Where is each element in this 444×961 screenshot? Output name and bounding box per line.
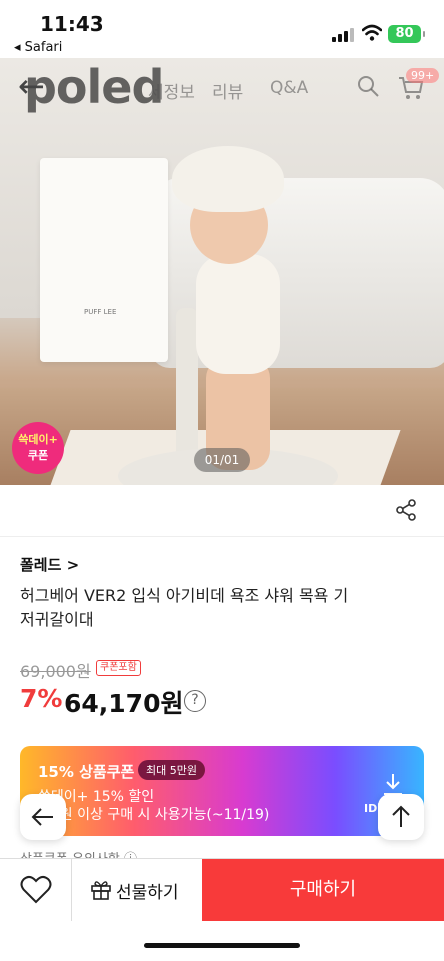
coupon-title: 15% 상품쿠폰	[38, 763, 135, 781]
back-to-app-link[interactable]: ◂ Safari	[14, 40, 62, 55]
arrow-up-icon	[392, 805, 410, 827]
ssg-day-coupon-sticker[interactable]: 쓱데이+ 쿠폰	[12, 422, 64, 474]
download-icon[interactable]	[382, 772, 404, 796]
back-arrow-icon[interactable]: ←	[18, 70, 45, 102]
gift-icon	[91, 881, 111, 900]
nav-item-qna[interactable]: Q&A	[270, 78, 308, 98]
header-bar: poled ← 세정보 리뷰 Q&A 99+	[0, 58, 444, 118]
coupon-included-tag: 쿠폰포함	[96, 660, 141, 676]
baby-body	[196, 254, 280, 374]
sticker-line1: 쓱데이+	[18, 433, 58, 446]
coupon-banner[interactable]: 15% 상품쿠폰 최대 5만원 쓱데이+ 15% 할인 3만원 이상 구매 시 …	[20, 746, 424, 836]
wishlist-button[interactable]	[0, 859, 72, 921]
wifi-icon	[362, 24, 382, 41]
status-time: 11:43	[40, 12, 104, 36]
sale-price: 64,170원	[64, 689, 184, 718]
share-icon[interactable]	[394, 498, 418, 522]
gift-label: 선물하기	[116, 883, 179, 903]
towel-shape: PUFF LEE	[40, 158, 168, 362]
brand-logo[interactable]: poled	[24, 60, 164, 114]
signal-icon	[332, 28, 354, 42]
battery-icon: 80	[388, 25, 425, 43]
cart-count-badge: 99+	[406, 68, 440, 83]
search-icon[interactable]	[356, 74, 380, 98]
bottom-action-bar: 선물하기 구매하기	[0, 858, 444, 921]
original-price: 69,000원	[20, 662, 91, 681]
image-counter: 01/01	[194, 448, 250, 472]
discount-rate: 7%	[20, 684, 63, 713]
bidet-stand	[176, 308, 198, 458]
status-bar: 11:43 ◂ Safari 80	[0, 0, 444, 60]
price-info-icon[interactable]: ?	[184, 690, 206, 712]
back-fab-button[interactable]	[20, 794, 66, 840]
back-app-label: Safari	[24, 40, 63, 55]
coupon-max-badge: 최대 5만원	[138, 760, 205, 780]
bear-shower-cap	[172, 146, 284, 212]
product-image[interactable]: PUFF LEE poled ← 세정보 리뷰 Q&A 99+	[0, 58, 444, 485]
towel-text: PUFF LEE	[84, 308, 117, 316]
gift-button[interactable]: 선물하기	[72, 859, 202, 921]
buy-button[interactable]: 구매하기	[202, 859, 444, 921]
home-indicator	[144, 943, 300, 948]
heart-icon	[20, 875, 52, 904]
coupon-line2: 3만원 이상 구매 시 사용가능(~11/19)	[38, 807, 270, 823]
sticker-line2: 쿠폰	[27, 449, 49, 462]
divider	[0, 536, 444, 537]
nav-item-review[interactable]: 리뷰	[212, 78, 243, 103]
nav-item-info[interactable]: 세정보	[148, 78, 195, 103]
arrow-left-icon	[31, 808, 53, 826]
brand-link[interactable]: 폴레드 >	[20, 554, 79, 575]
product-title: 허그베어 VER2 입식 아기비데 욕조 샤워 목욕 기저귀갈이대	[20, 586, 349, 629]
scroll-top-button[interactable]	[378, 794, 424, 840]
